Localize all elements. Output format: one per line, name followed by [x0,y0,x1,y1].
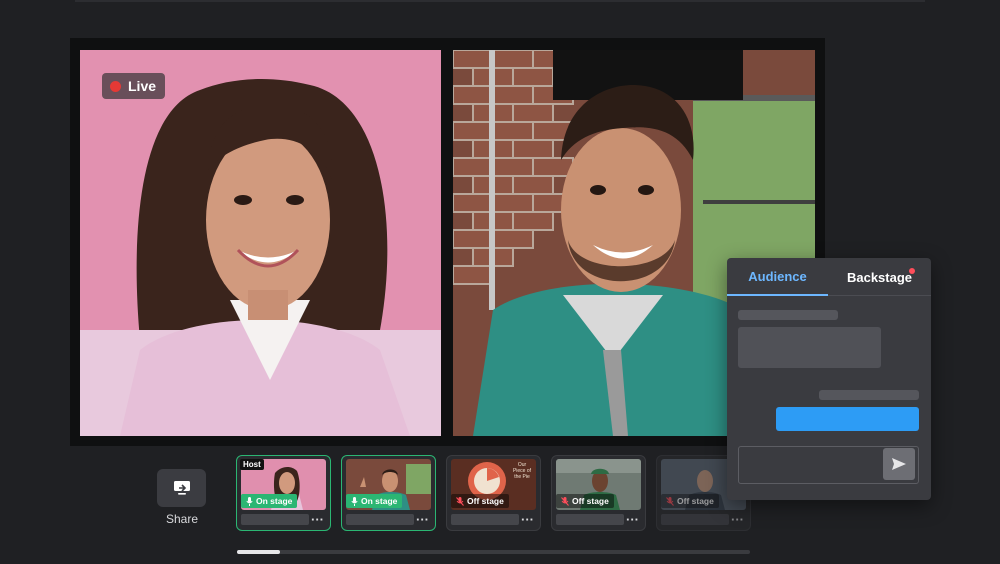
share-screen-button[interactable] [157,469,206,507]
live-dot-icon [110,80,121,92]
participant-tile[interactable]: Off stage ··· [551,455,646,531]
microphone-icon [246,496,253,506]
video-participant-1: Live [80,50,441,436]
status-badge: On stage [346,494,403,508]
tab-audience[interactable]: Audience [727,258,828,296]
tiles-scrollbar-thumb[interactable] [237,550,280,554]
more-options-icon[interactable]: ··· [626,512,639,527]
status-badge: On stage [241,494,298,508]
name-placeholder [346,514,414,525]
live-badge: Live [102,73,166,99]
participant-tile[interactable]: Host On stage ··· [236,455,331,531]
chat-tabs: Audience Backstage [727,258,931,296]
status-label: On stage [361,496,398,506]
share-label: Share [165,512,199,526]
status-label: Off stage [467,496,504,506]
participant-1-image [80,50,441,436]
mic-muted-icon [666,496,674,506]
more-options-icon[interactable]: ··· [731,512,744,527]
outgoing-message-bubble [776,407,919,431]
send-button[interactable] [883,448,915,480]
name-placeholder [451,514,519,525]
notification-dot [909,268,915,274]
screen-share-icon [173,481,190,495]
name-placeholder [241,514,309,525]
live-label: Live [128,78,157,94]
tiles-scrollbar-track[interactable] [237,550,750,554]
status-label: On stage [256,496,293,506]
participant-tile[interactable]: Our Piece of the Pie Off stage ··· [446,455,541,531]
status-badge: Off stage [451,494,509,508]
name-placeholder [661,514,729,525]
more-options-icon[interactable]: ··· [311,512,324,527]
more-options-icon[interactable]: ··· [416,512,429,527]
microphone-icon [351,496,358,506]
top-edge [75,0,925,2]
host-tag: Host [240,459,264,470]
tab-backstage[interactable]: Backstage [828,258,931,296]
thumbnail-caption: Our Piece of the Pie [512,462,532,480]
message-sender-placeholder [738,310,838,320]
mic-muted-icon [456,496,464,506]
stage: Live [70,38,825,446]
message-sender-placeholder [819,390,919,400]
more-options-icon[interactable]: ··· [521,512,534,527]
name-placeholder [556,514,624,525]
participant-tile[interactable]: On stage ··· [341,455,436,531]
status-badge: Off stage [661,494,719,508]
status-label: Off stage [677,496,714,506]
chat-panel: Audience Backstage [727,258,931,500]
mic-muted-icon [561,496,569,506]
status-label: Off stage [572,496,609,506]
app-window: Live Share Host On stage ··· On stage ··… [0,0,1000,564]
status-badge: Off stage [556,494,614,508]
send-icon [892,458,906,470]
incoming-message-placeholder [738,327,881,368]
